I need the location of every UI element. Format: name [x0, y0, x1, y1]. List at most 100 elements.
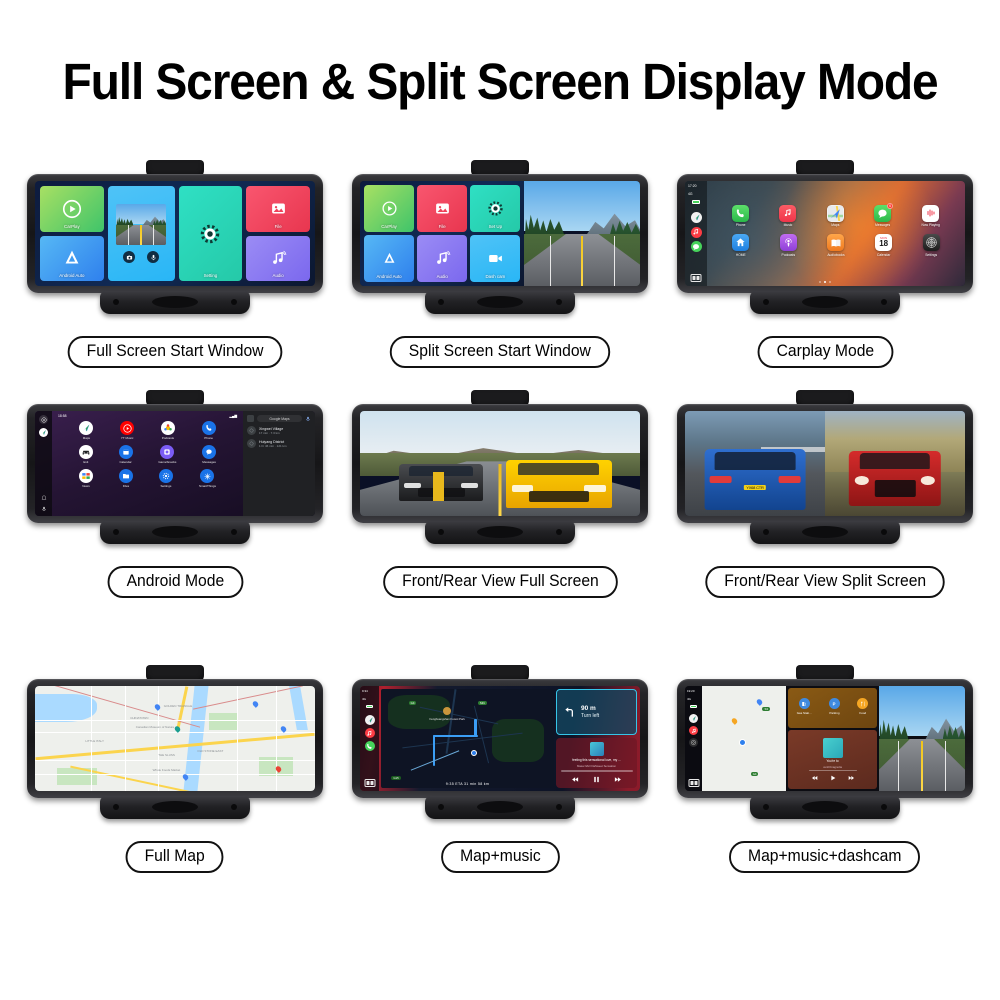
full-map-view[interactable]: CHINATOWN GOLDEN TRIANGLE THE SLUSS LITT…	[35, 686, 315, 791]
dock-maps-icon[interactable]	[689, 714, 698, 724]
app-maps[interactable]: Maps	[79, 421, 94, 440]
tile-carplay[interactable]: CarPlay	[40, 186, 104, 232]
app-files[interactable]: Files	[118, 469, 133, 488]
app-maps[interactable]: Maps	[826, 204, 844, 227]
app-settings[interactable]: Settings	[158, 469, 173, 488]
pause-button[interactable]	[592, 775, 601, 784]
map-pin[interactable]	[154, 702, 162, 711]
tile-file[interactable]: File	[417, 185, 468, 232]
app-music[interactable]: Music	[779, 204, 797, 227]
tile-audio[interactable]: Audio	[417, 235, 468, 282]
poi-label: Fenghuangshan Forest Park	[429, 716, 465, 721]
map-pin[interactable]	[730, 716, 739, 725]
dock-phone-icon[interactable]	[364, 741, 375, 752]
microphone-icon[interactable]	[41, 506, 47, 512]
tile-file[interactable]: File	[246, 186, 310, 232]
progress-bar[interactable]	[560, 770, 633, 772]
grid-row-1: CarPlay Android Auto Setting File Audio …	[0, 160, 1000, 390]
destination-item[interactable]: Xingwei Village 17 min · 7.3 km	[247, 426, 311, 435]
carplay-icon	[382, 201, 397, 216]
device-screen[interactable]: 17:20 4G Phone Music Maps 6 Messages Now…	[685, 181, 965, 286]
microphone-button[interactable]	[147, 251, 160, 264]
camera-button[interactable]	[123, 251, 136, 264]
dock-settings-icon[interactable]	[689, 738, 698, 748]
app-label: HOME	[735, 252, 746, 257]
maps-panel: Google Maps Xingwei Village 17 min · 7.3…	[243, 411, 315, 516]
dock-messages-icon[interactable]	[690, 241, 702, 253]
next-button[interactable]	[613, 775, 622, 784]
app-audiobooks[interactable]: Audiobooks	[827, 234, 845, 257]
destination-item[interactable]: Huiyang District 1 hr 46 min · 121 km	[247, 439, 311, 448]
progress-bar[interactable]	[808, 770, 857, 772]
tile-android-auto[interactable]: Android Auto	[40, 235, 104, 281]
category-gas-stations[interactable]: Gas Stati...	[797, 698, 812, 715]
app-calendar[interactable]: MON 18 Calendar	[875, 234, 893, 257]
road-photo	[116, 203, 166, 246]
app-grid-button[interactable]	[690, 274, 702, 282]
app-label: Calendar	[876, 252, 891, 257]
microphone-icon[interactable]	[305, 416, 311, 422]
app-news[interactable]: News	[78, 469, 93, 488]
app-gamesnacks[interactable]: GameSnacks	[158, 445, 176, 464]
search-pill[interactable]: Google Maps	[257, 415, 302, 422]
device-bezel: 17:20 4G Phone Music Maps 6 Messages Now…	[677, 174, 973, 293]
notifications-icon[interactable]	[41, 495, 47, 501]
tile-dashcam-preview[interactable]	[107, 186, 175, 281]
app-messages[interactable]: 6 Messages	[874, 202, 894, 227]
tile-setup[interactable]: Set Up	[470, 185, 521, 232]
map-pin[interactable]	[756, 697, 764, 706]
device-screen[interactable]	[360, 411, 640, 516]
tile-carplay[interactable]: CarPlay	[364, 185, 415, 232]
tile-audio[interactable]: Audio	[246, 235, 310, 281]
app-smartthings[interactable]: SmartThings	[199, 469, 216, 488]
app-calendar[interactable]: Calendar	[118, 445, 133, 464]
device-screen[interactable]: CHINATOWN GOLDEN TRIANGLE THE SLUSS LITT…	[35, 686, 315, 791]
previous-button[interactable]	[811, 774, 819, 782]
tile-label: Setting	[203, 273, 218, 278]
device-screen[interactable]: 19:20 4G S3 G4 Gas Stati... P Parking Fo…	[685, 686, 965, 791]
app-exit[interactable]: Exit	[78, 445, 93, 464]
category-food[interactable]: Food	[857, 698, 869, 715]
dashcam-pane[interactable]	[879, 686, 965, 791]
navigation-map[interactable]: G4 S31 G15 Fenghuangshan Forest Park 9:3…	[381, 689, 554, 788]
device-screen[interactable]: 9:34 4G G4 S31 G15 Fenghuangshan Forest …	[360, 686, 640, 791]
app-now-playing[interactable]: Now Playing	[921, 204, 940, 227]
app-grid-button[interactable]	[688, 779, 699, 787]
rear-camera-view[interactable]: YX68 CTR	[685, 411, 825, 516]
device-unit: CarPlay Android Auto Setting File Audio	[27, 160, 323, 314]
tile-android-auto[interactable]: Android Auto	[364, 235, 415, 282]
app-home[interactable]: HOME	[732, 234, 750, 257]
dock-music-icon[interactable]	[364, 728, 375, 739]
front-camera-view[interactable]	[825, 411, 965, 516]
device-screen[interactable]: CarPlay Android Auto Setting File Audio	[35, 181, 315, 286]
page-indicator[interactable]	[819, 281, 831, 283]
dock-music-icon[interactable]	[690, 226, 702, 238]
map-pane[interactable]: S3 G4	[702, 686, 786, 791]
category-parking[interactable]: P Parking	[828, 698, 840, 715]
app-messages[interactable]: Messages	[202, 445, 217, 464]
app-phone[interactable]: Phone	[732, 204, 750, 227]
map-layers-icon[interactable]	[247, 415, 254, 422]
app-settings[interactable]: Settings	[922, 234, 940, 257]
play-button[interactable]	[829, 774, 837, 782]
apps-button[interactable]	[39, 415, 48, 424]
device-screen[interactable]: 18:58 ▂▄▆ Maps YT Music Podcasts Phone E…	[35, 411, 315, 516]
device-screen[interactable]: CarPlay File Set Up Android Auto Audio D…	[360, 181, 640, 286]
app-podcasts[interactable]: Podcasts	[779, 234, 797, 257]
app-yt-music[interactable]: YT Music	[120, 421, 135, 440]
svg-text:P: P	[833, 701, 836, 706]
next-button[interactable]	[847, 774, 855, 782]
app-phone[interactable]: Phone	[201, 421, 216, 440]
previous-button[interactable]	[571, 775, 580, 784]
device-screen[interactable]: YX68 CTR	[685, 411, 965, 516]
app-podcasts[interactable]: Podcasts	[160, 421, 175, 440]
dock-maps-icon[interactable]	[690, 212, 702, 224]
dock-maps-icon[interactable]	[364, 715, 375, 726]
dock-music-icon[interactable]	[689, 726, 698, 736]
tile-dashcam[interactable]: Dash cam	[470, 235, 521, 282]
dashcam-feed[interactable]	[524, 181, 640, 286]
tile-setting[interactable]: Setting	[178, 186, 243, 281]
app-grid-button[interactable]	[364, 779, 375, 787]
map-pin[interactable]	[252, 699, 260, 708]
maps-shortcut-icon[interactable]	[39, 428, 48, 437]
